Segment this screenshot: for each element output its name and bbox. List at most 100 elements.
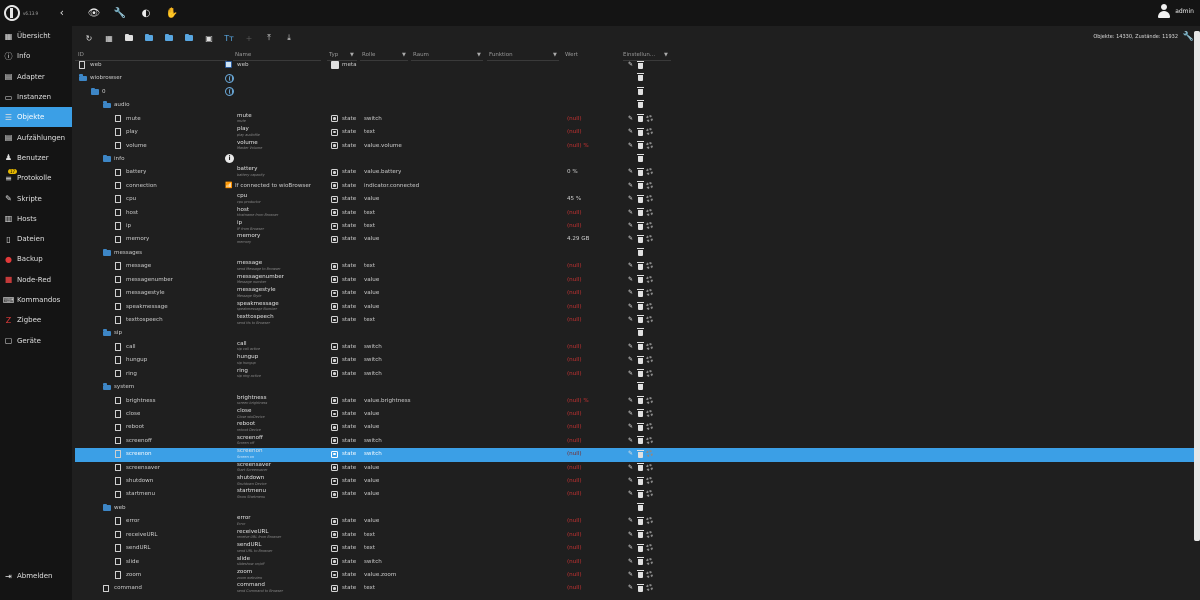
delete-icon[interactable] [637,86,644,95]
delete-icon[interactable] [637,247,644,256]
room-filter-icon[interactable]: ▼ [477,52,481,58]
refresh-icon[interactable]: ↻ [80,29,98,47]
edit-icon[interactable]: ✎ [628,558,635,565]
gear-icon[interactable] [646,235,653,243]
delete-icon[interactable] [637,516,644,525]
delete-icon[interactable] [637,570,644,579]
header-settings[interactable]: Einstellun... [623,52,655,58]
gear-icon[interactable] [646,356,653,364]
gear-icon[interactable] [646,396,653,404]
delete-icon[interactable] [637,167,644,176]
delete-icon[interactable] [637,127,644,136]
delete-icon[interactable] [637,288,644,297]
edit-icon[interactable]: ✎ [628,142,635,149]
gear-icon[interactable] [646,436,653,444]
gear-icon[interactable] [646,128,653,136]
table-row[interactable]: messagenumber messagenumber Message number… [75,274,1196,287]
gear-icon[interactable] [646,222,653,230]
table-row[interactable]: battery battery battery capacity state value… [75,166,1196,179]
sidebar-item-devices[interactable]: ▢ Geräte [0,330,72,350]
table-row[interactable]: web web meta ✎ [75,59,1196,72]
sidebar-item-scripts[interactable]: ✎ Skripte [0,188,72,208]
object-value[interactable]: 0 % [567,169,578,175]
edit-icon[interactable]: ✎ [628,222,635,229]
state-value-icon[interactable]: ▣ [200,29,218,47]
edit-icon[interactable]: ✎ [628,262,635,269]
gear-icon[interactable] [646,530,653,538]
gear-icon[interactable] [646,315,653,323]
table-row[interactable]: hungup hungup sip hungup state switch (null) ✎ [75,354,1196,367]
gear-icon[interactable] [646,584,653,592]
gear-icon[interactable] [646,463,653,471]
function-filter-icon[interactable]: ▼ [553,52,557,58]
table-row[interactable]: screenon screenon Screen on state switch (nul… [75,448,1196,462]
gear-icon[interactable] [646,275,653,283]
edit-icon[interactable]: ✎ [628,584,635,591]
type-filter-icon[interactable]: ▼ [350,52,354,58]
edit-icon[interactable]: ✎ [628,437,635,444]
tree-folder-row[interactable]: web [75,502,1196,515]
sidebar-item-hosts[interactable]: ▥ Hosts [0,209,72,229]
edit-icon[interactable]: ✎ [628,450,635,457]
tree-folder-row[interactable]: audio [75,99,1196,112]
sidebar-item-info[interactable]: ⓘ Info [0,46,72,66]
delete-icon[interactable] [637,208,644,217]
table-row[interactable]: reboot reboot reboot Device state value (null… [75,421,1196,434]
gear-icon[interactable] [646,262,653,270]
edit-icon[interactable]: ✎ [628,571,635,578]
gear-icon[interactable] [646,289,653,297]
delete-icon[interactable] [637,100,644,109]
delete-icon[interactable] [637,409,644,418]
delete-icon[interactable] [637,275,644,284]
object-value[interactable]: (null) [567,304,582,310]
tree-folder-row[interactable]: messages [75,247,1196,260]
sidebar-item-files[interactable]: ▯ Dateien [0,229,72,249]
gear-icon[interactable] [646,557,653,565]
add-icon[interactable]: + [240,29,258,47]
tree-folder-row[interactable]: info i [75,153,1196,166]
object-value[interactable]: (null) [567,438,582,444]
gear-icon[interactable] [646,423,653,431]
delete-icon[interactable] [637,302,644,311]
object-value[interactable]: (null) [567,572,582,578]
table-row[interactable]: receiveURL receiveURL receive URL from Bro… [75,529,1196,542]
columns-icon[interactable]: ▦ [100,29,118,47]
sidebar-item-zigbee[interactable]: Z Zigbee [0,310,72,330]
edit-icon[interactable]: ✎ [628,356,635,363]
edit-icon[interactable]: ✎ [628,128,635,135]
delete-icon[interactable] [637,114,644,123]
object-value[interactable]: (null) [567,451,582,457]
object-value[interactable]: (null) [567,344,582,350]
object-value[interactable]: (null) [567,545,582,551]
table-row[interactable]: call call sip call active state switch (null)… [75,341,1196,354]
object-value[interactable]: (null) [567,478,582,484]
gear-icon[interactable] [646,114,653,122]
expert-mode-icon[interactable]: ✋ [162,3,182,23]
object-value[interactable]: 4.29 GB [567,236,589,242]
table-row[interactable]: slide slide slideshow on/off state switch (nu… [75,556,1196,569]
header-role[interactable]: Rolle [362,52,375,58]
delete-icon[interactable] [637,449,644,458]
sidebar-item-node-red[interactable]: ■ Node-Red [0,270,72,290]
object-value[interactable]: (null) [567,559,582,565]
gear-icon[interactable] [646,369,653,377]
delete-icon[interactable] [637,342,644,351]
collapse-folders-icon[interactable] [160,29,178,47]
expand-level-icon[interactable] [180,29,198,47]
table-row[interactable]: screensaver screensaver Start Screensaver s… [75,462,1196,475]
object-value[interactable]: (null) % [567,143,589,149]
table-row[interactable]: brightness brightness screen brightness sta… [75,395,1196,408]
edit-icon[interactable]: ✎ [628,61,635,68]
edit-icon[interactable]: ✎ [628,235,635,242]
scrollbar[interactable] [1194,31,1200,541]
delete-icon[interactable] [637,194,644,203]
table-row[interactable]: message message send Message to Browser sta… [75,260,1196,273]
gear-icon[interactable] [646,168,653,176]
download-icon[interactable]: ⤓ [280,29,298,47]
table-row[interactable]: cpu cpu cpu productor state value 45 % ✎ [75,193,1196,206]
object-value[interactable]: (null) [567,518,582,524]
table-row[interactable]: messagestyle messagestyle Message Style sta… [75,287,1196,300]
object-value[interactable]: (null) [567,424,582,430]
object-value[interactable]: (null) [567,317,582,323]
delete-icon[interactable] [637,141,644,150]
